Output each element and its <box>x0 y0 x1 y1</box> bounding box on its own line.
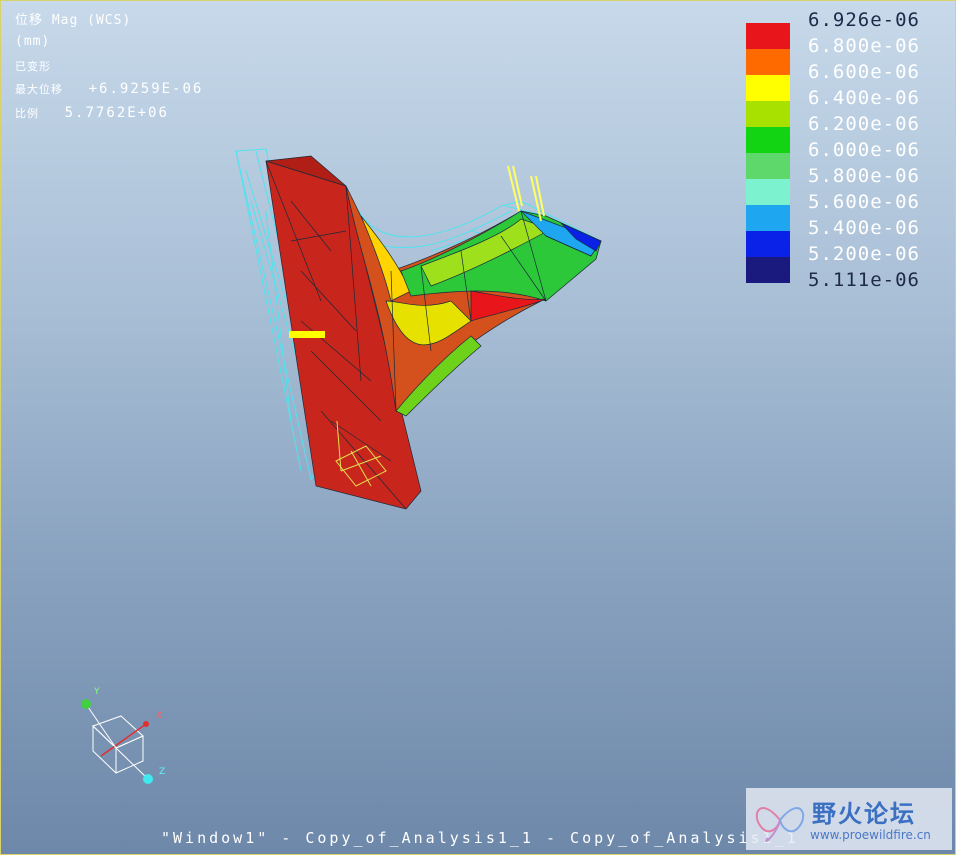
butterfly-logo-icon <box>755 807 805 842</box>
watermark-title: 野火论坛 <box>812 800 916 828</box>
model-viewport[interactable]: 位移 Mag (WCS) (mm) 已变形 最大位移 +6.9259E-06 比… <box>0 0 956 855</box>
orientation-triad: Y X Z <box>81 687 165 784</box>
window-caption: "Window1" - Copy_of_Analysis1_1 - Copy_o… <box>161 829 799 847</box>
y-axis-dot <box>81 699 91 709</box>
z-axis-label: Z <box>159 767 165 777</box>
z-axis-dot <box>143 774 153 784</box>
constraint-marker <box>289 331 325 338</box>
watermark-url: www.proewildfire.cn <box>810 828 931 842</box>
x-axis-dot <box>143 721 149 727</box>
x-axis-label: X <box>156 711 162 721</box>
forum-watermark: 野火论坛 www.proewildfire.cn <box>746 788 952 850</box>
y-axis-label: Y <box>93 687 100 697</box>
